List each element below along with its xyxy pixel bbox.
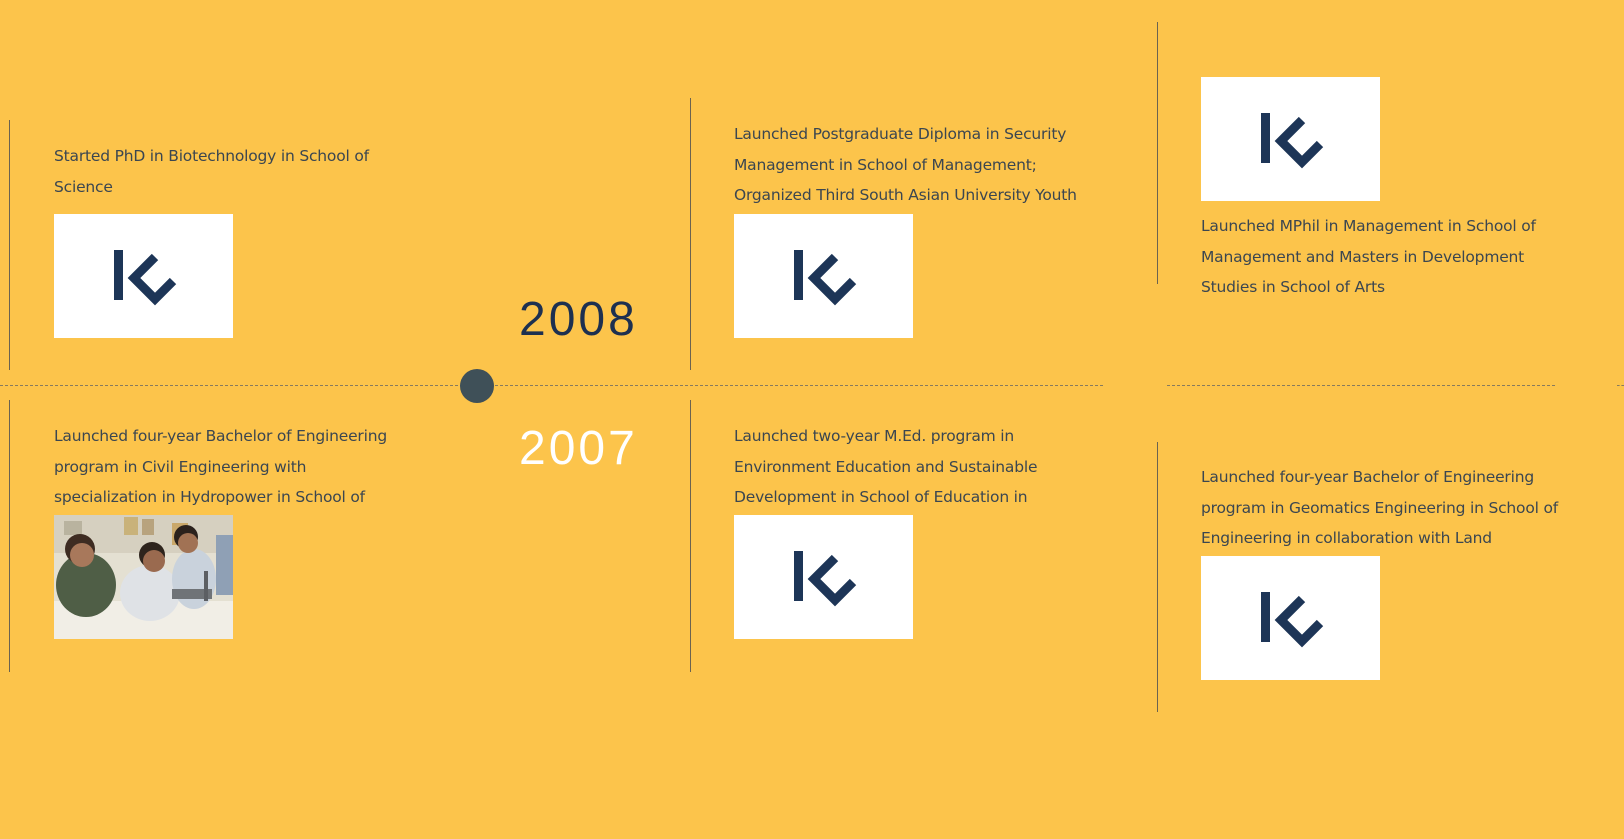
timeline-divider	[1157, 442, 1158, 712]
timeline-entry-text: Launched four-year Bachelor of Engineeri…	[1201, 468, 1558, 546]
timeline-entry-text: Started PhD in Biotechnology in School o…	[54, 147, 369, 196]
timeline-axis	[1167, 385, 1555, 386]
timeline-divider	[1157, 22, 1158, 284]
timeline-axis	[1617, 385, 1624, 386]
year-label-2008: 2008	[519, 293, 638, 346]
timeline-entry-text: Launched Postgraduate Diploma in Securit…	[734, 125, 1077, 203]
timeline-entry-text: Launched two-year M.Ed. program in Envir…	[734, 427, 1038, 505]
ku-logo-image	[734, 214, 913, 338]
timeline-divider	[9, 400, 10, 672]
timeline-divider	[690, 400, 691, 672]
ku-logo-image	[1201, 556, 1380, 680]
ku-logo-image	[54, 214, 233, 338]
ku-logo-image	[1201, 77, 1380, 201]
timeline-divider	[690, 98, 691, 370]
students-photo	[54, 515, 233, 639]
timeline-entry-text: Launched four-year Bachelor of Engineeri…	[54, 427, 387, 505]
timeline-entry-text: Launched MPhil in Management in School o…	[1201, 217, 1536, 296]
timeline-divider	[9, 120, 10, 370]
timeline-node[interactable]	[460, 369, 494, 403]
year-label-2007: 2007	[519, 422, 638, 475]
timeline-axis	[0, 385, 1103, 386]
ku-logo-image	[734, 515, 913, 639]
